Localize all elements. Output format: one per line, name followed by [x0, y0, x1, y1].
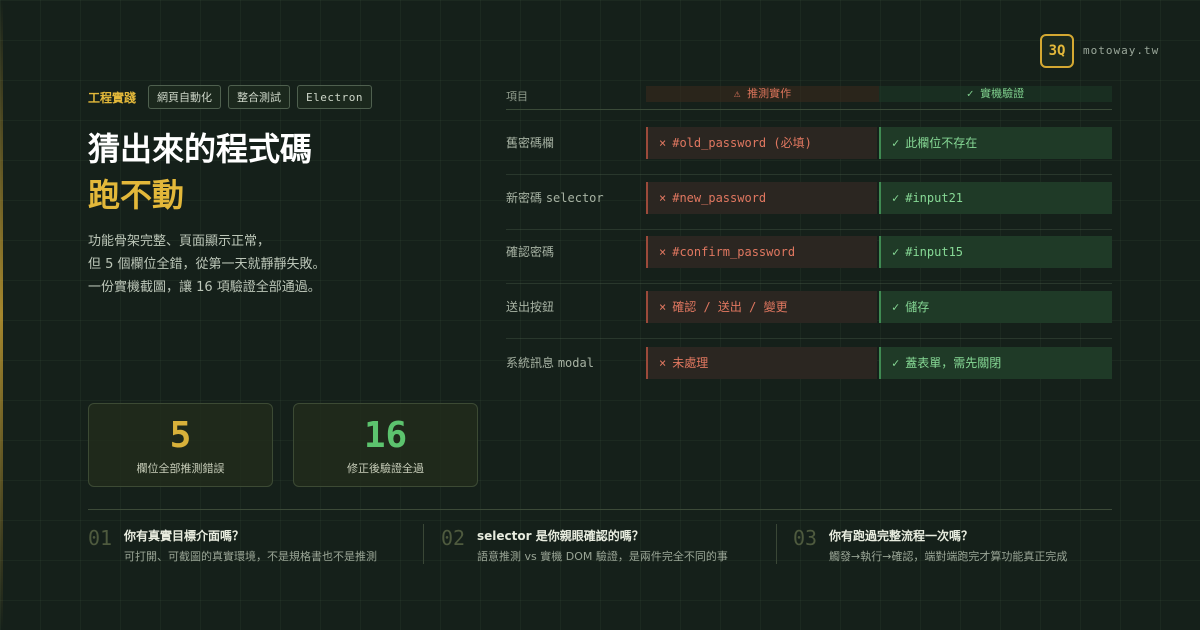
title-line-1: 猜出來的程式碼	[88, 130, 313, 168]
checklist-item-2: 02 selector 是你親眼確認的嗎？ 語意推測 vs 實機 DOM 驗證，…	[441, 526, 781, 564]
description-line: 但 5 個欄位全錯，從第一天就靜靜失敗。	[88, 257, 326, 272]
description: 功能骨架完整、頁面顯示正常， 但 5 個欄位全錯，從第一天就靜靜失敗。 一份實機…	[88, 230, 326, 299]
stat-label: 欄位全部推測錯誤	[136, 462, 225, 475]
divider	[423, 524, 424, 564]
table-row: 系統訊息 modal × 未處理 ✓ 蓋表單，需先關閉	[506, 347, 1112, 395]
tag-web-automation: 網頁自動化	[148, 85, 222, 109]
column-header-verify: ✓ 實機驗證	[879, 86, 1112, 102]
checklist-item-3: 03 你有跑過完整流程一次嗎？ 觸發→執行→確認，端對端跑完才算功能真正完成	[793, 526, 1133, 564]
stat-card-verified: 16 修正後驗證全過	[293, 403, 478, 487]
verify-cell: ✓ #input15	[879, 236, 1112, 268]
table-row: 確認密碼 × #confirm_password ✓ #input15	[506, 236, 1112, 284]
site-name[interactable]: motoway.tw	[1083, 44, 1159, 57]
stat-value: 16	[363, 415, 408, 456]
left-accent-edge	[0, 0, 3, 630]
verify-cell: ✓ 儲存	[879, 291, 1112, 323]
stat-card-wrong-fields: 5 欄位全部推測錯誤	[88, 403, 273, 487]
row-item: 送出按鈕	[506, 300, 555, 314]
cross-icon: ×	[659, 191, 667, 205]
guess-cell: × 確認 / 送出 / 變更	[646, 291, 877, 323]
checklist-heading: selector 是你親眼確認的嗎？	[477, 529, 644, 543]
check-icon: ✓	[892, 245, 900, 259]
checklist-heading: 你有真實目標介面嗎？	[124, 529, 245, 543]
cross-icon: ×	[659, 136, 667, 150]
checklist-number: 03	[793, 526, 818, 550]
row-item: 新密碼 selector	[506, 191, 604, 205]
checklist-text: 觸發→執行→確認，端對端跑完才算功能真正完成	[829, 550, 1068, 563]
verify-cell: ✓ 此欄位不存在	[879, 127, 1112, 159]
page-title: 猜出來的程式碼 跑不動	[88, 126, 312, 218]
row-item: 系統訊息 modal	[506, 356, 594, 370]
description-line: 功能骨架完整、頁面顯示正常，	[88, 234, 271, 249]
column-header-item: 項目	[506, 90, 528, 103]
guess-cell: × #confirm_password	[646, 236, 877, 268]
checklist-item-1: 01 你有真實目標介面嗎？ 可打開、可截圖的真實環境，不是規格書也不是推測	[88, 526, 428, 564]
checklist-number: 01	[88, 526, 113, 550]
category-label: 工程實踐	[88, 90, 137, 105]
guess-cell: × #new_password	[646, 182, 877, 214]
guess-cell: × #old_password (必填)	[646, 127, 877, 159]
tag-integration-test: 整合測試	[228, 85, 291, 109]
column-header-guess: ⚠ 推測實作	[646, 86, 879, 102]
checklist-text: 語意推測 vs 實機 DOM 驗證，是兩件完全不同的事	[477, 550, 728, 563]
description-line: 一份實機截圖，讓 16 項驗證全部通過。	[88, 280, 321, 295]
tag-row: 工程實踐 網頁自動化 整合測試 Electron	[88, 85, 379, 109]
cross-icon: ×	[659, 245, 667, 259]
check-icon: ✓	[892, 136, 900, 150]
table-row: 新密碼 selector × #new_password ✓ #input21	[506, 182, 1112, 230]
verify-cell: ✓ 蓋表單，需先關閉	[879, 347, 1112, 379]
table-row: 舊密碼欄 × #old_password (必填) ✓ 此欄位不存在	[506, 127, 1112, 175]
brand-logo[interactable]: 3Q	[1040, 34, 1074, 68]
verify-cell: ✓ #input21	[879, 182, 1112, 214]
title-line-2: 跑不動	[88, 176, 185, 214]
stat-label: 修正後驗證全過	[347, 462, 424, 475]
comparison-table-header: 項目 ⚠ 推測實作 ✓ 實機驗證	[506, 86, 1112, 110]
divider	[776, 524, 777, 564]
row-item: 確認密碼	[506, 245, 555, 259]
row-item: 舊密碼欄	[506, 136, 555, 150]
guess-cell: × 未處理	[646, 347, 877, 379]
cross-icon: ×	[659, 300, 667, 314]
divider	[88, 509, 1112, 510]
cross-icon: ×	[659, 356, 667, 370]
checklist-number: 02	[441, 526, 466, 550]
tag-electron: Electron	[297, 85, 372, 109]
checklist-text: 可打開、可截圖的真實環境，不是規格書也不是推測	[124, 550, 377, 563]
checklist-heading: 你有跑過完整流程一次嗎？	[829, 529, 974, 543]
stat-value: 5	[169, 415, 192, 456]
check-icon: ✓	[892, 356, 900, 370]
table-row: 送出按鈕 × 確認 / 送出 / 變更 ✓ 儲存	[506, 291, 1112, 339]
check-icon: ✓	[892, 300, 900, 314]
check-icon: ✓	[892, 191, 900, 205]
